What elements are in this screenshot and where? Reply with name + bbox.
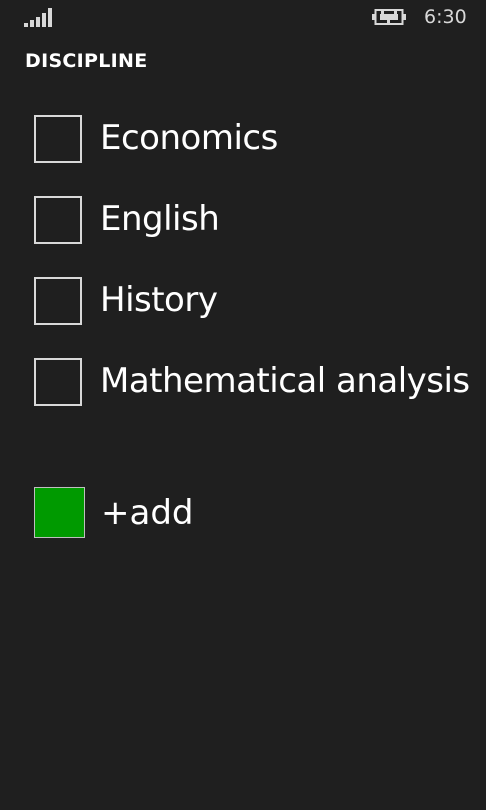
discipline-label: Mathematical analysis xyxy=(100,361,470,401)
clock: 6:30 xyxy=(424,6,467,28)
battery-charging-icon xyxy=(372,9,406,25)
add-discipline-button[interactable]: +add xyxy=(34,487,334,539)
signal-strength-icon xyxy=(24,8,52,27)
discipline-item-history[interactable]: History xyxy=(34,277,454,358)
discipline-item-economics[interactable]: Economics xyxy=(34,115,454,196)
status-bar: 6:30 xyxy=(0,0,486,36)
checkbox[interactable] xyxy=(34,115,82,163)
discipline-item-mathematical-analysis[interactable]: Mathematical analysis xyxy=(34,358,470,439)
discipline-label: English xyxy=(100,199,220,239)
checkbox[interactable] xyxy=(34,196,82,244)
checkbox[interactable] xyxy=(34,277,82,325)
add-label: +add xyxy=(101,493,194,533)
discipline-label: History xyxy=(100,280,218,320)
discipline-list: Economics English History Mathematical a… xyxy=(34,115,470,439)
discipline-label: Economics xyxy=(100,118,278,158)
page-title: DISCIPLINE xyxy=(25,50,148,72)
checkbox[interactable] xyxy=(34,358,82,406)
discipline-item-english[interactable]: English xyxy=(34,196,454,277)
add-color-box[interactable] xyxy=(34,487,85,538)
